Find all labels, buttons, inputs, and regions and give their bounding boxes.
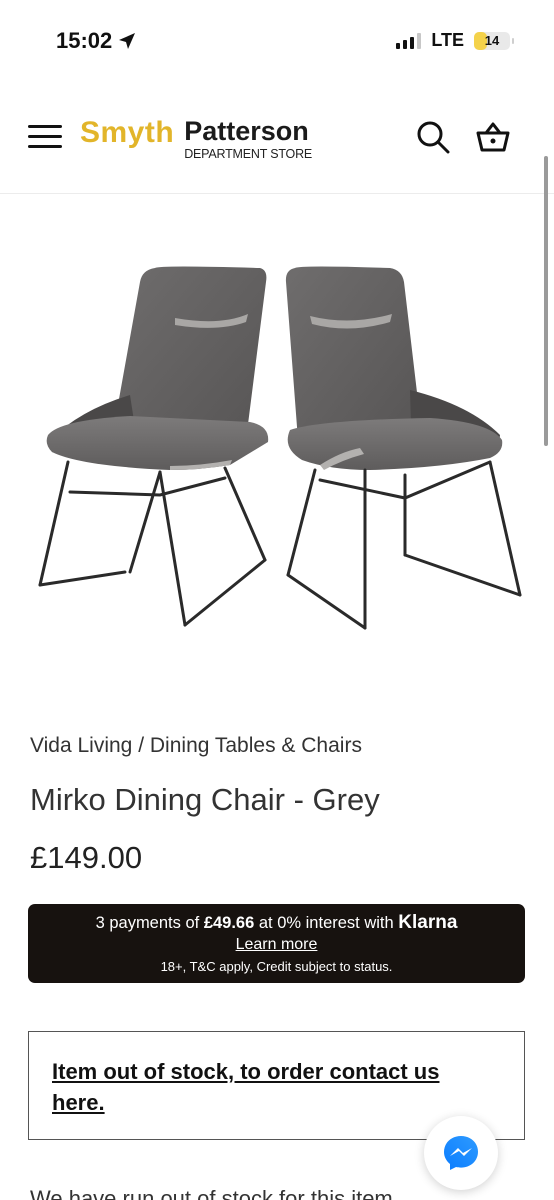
battery-percent: 14 [484, 33, 500, 48]
product-image[interactable] [20, 230, 530, 660]
site-header: Smyth Patterson DEPARTMENT STORE [0, 84, 554, 194]
status-indicators: LTE 14 [396, 30, 514, 51]
klarna-banner: 3 payments of £49.66 at 0% interest with… [28, 904, 525, 983]
klarna-terms: 18+, T&C apply, Credit subject to status… [160, 959, 393, 974]
klarna-prefix: 3 payments of [95, 914, 204, 932]
messenger-chat-button[interactable] [424, 1116, 498, 1190]
product-price: £149.00 [30, 840, 143, 875]
breadcrumb-separator: / [138, 734, 145, 757]
klarna-amount: £49.66 [203, 914, 255, 932]
basket-icon[interactable] [476, 120, 510, 154]
battery-icon: 14 [474, 31, 514, 50]
logo-primary: Smyth [80, 116, 175, 149]
stock-info-text: We have run out of stock for this item. [30, 1186, 399, 1200]
breadcrumb-category-link[interactable]: Dining Tables & Chairs [150, 734, 362, 757]
logo-secondary: Patterson [184, 116, 309, 146]
breadcrumb: Vida Living / Dining Tables & Chairs [30, 734, 362, 758]
chair-left [38, 266, 269, 627]
klarna-logo: Klarna [398, 912, 458, 933]
network-label: LTE [431, 30, 464, 50]
logo-subtitle: DEPARTMENT STORE [184, 147, 313, 161]
scrollbar[interactable] [544, 156, 548, 446]
klarna-payment-text: 3 payments of £49.66 at 0% interest with… [28, 912, 525, 934]
search-icon[interactable] [416, 120, 450, 154]
breadcrumb-brand-link[interactable]: Vida Living [30, 734, 132, 757]
store-logo[interactable]: Smyth Patterson DEPARTMENT STORE [80, 116, 312, 161]
contact-us-link[interactable]: Item out of stock, to order contact us h… [52, 1056, 492, 1118]
status-time: 15:02 [56, 28, 136, 54]
klarna-middle: at 0% interest with [254, 914, 399, 932]
menu-icon[interactable] [28, 124, 62, 150]
klarna-learn-more-link[interactable]: Learn more [236, 936, 318, 954]
location-arrow-icon [119, 33, 136, 49]
product-title: Mirko Dining Chair - Grey [30, 782, 380, 817]
time-label: 15:02 [56, 28, 113, 53]
cellular-signal-icon [396, 32, 422, 49]
status-bar: 15:02 LTE 14 [0, 0, 554, 84]
chair-right [285, 266, 522, 630]
messenger-icon [444, 1136, 478, 1170]
